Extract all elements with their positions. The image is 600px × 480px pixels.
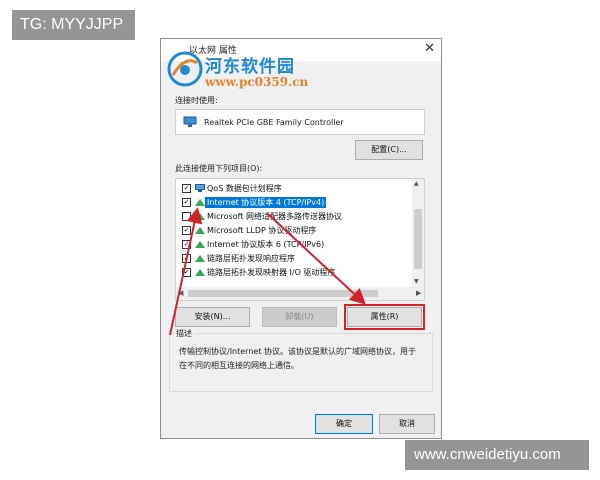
checkbox[interactable]: ✓ xyxy=(182,198,191,207)
configure-button[interactable]: 配置(C)... xyxy=(355,140,423,160)
list-item-label: 链路层拓扑发现映射器 I/O 驱动程序 xyxy=(207,268,336,277)
close-icon[interactable]: ✕ xyxy=(424,41,435,56)
list-item-lltd-mapper[interactable]: ✓ 链路层拓扑发现映射器 I/O 驱动程序 xyxy=(180,266,406,279)
horizontal-scroll-thumb[interactable] xyxy=(188,290,378,297)
list-item-label: Microsoft 网络适配器多路传送器协议 xyxy=(207,212,342,221)
watermark-logo-icon xyxy=(167,51,203,87)
protocol-icon xyxy=(195,227,205,234)
list-item-multiplexor[interactable]: Microsoft 网络适配器多路传送器协议 xyxy=(180,210,406,223)
overlay-tag: TG: MYYJJPP xyxy=(12,10,135,40)
protocol-icon xyxy=(195,199,205,206)
ok-button[interactable]: 确定 xyxy=(315,414,373,434)
list-item-qos[interactable]: ✓ QoS 数据包计划程序 xyxy=(180,182,406,195)
uninstall-button[interactable]: 卸载(U) xyxy=(262,307,337,327)
description-title: 描述 xyxy=(174,328,194,339)
protocol-icon xyxy=(195,241,205,248)
scroll-down-icon[interactable]: ▼ xyxy=(414,278,419,285)
list-item-label: Internet 协议版本 6 (TCP/IPv6) xyxy=(207,240,325,249)
list-item-label: Microsoft LLDP 协议驱动程序 xyxy=(207,226,317,235)
connect-using-label: 连接时使用: xyxy=(175,96,218,105)
checkbox[interactable]: ✓ xyxy=(182,226,191,235)
protocol-icon xyxy=(195,269,205,276)
list-item-label: QoS 数据包计划程序 xyxy=(207,184,282,193)
checkbox[interactable]: ✓ xyxy=(182,254,191,263)
list-item-label: Internet 协议版本 4 (TCP/IPv4) xyxy=(205,197,327,208)
checkbox[interactable]: ✓ xyxy=(182,184,191,193)
scroll-up-icon[interactable]: ▲ xyxy=(414,180,419,187)
protocol-icon xyxy=(195,213,205,220)
footer-watermark: www.cnweidetiyu.com xyxy=(405,440,589,470)
properties-button[interactable]: 属性(R) xyxy=(344,304,425,330)
checkbox[interactable]: ✓ xyxy=(182,240,191,249)
watermark-brand: 河东软件园 xyxy=(205,57,295,77)
vertical-scrollbar[interactable]: ▲ ▼ xyxy=(412,179,424,287)
description-text: 传输控制协议/Internet 协议。该协议是默认的广域网络协议，用于在不同的相… xyxy=(179,347,417,370)
ethernet-properties-dialog: 以太网 属性 ✕ 河东软件园 www.pc0359.cn 连接时使用: Real… xyxy=(160,38,442,439)
components-list[interactable]: ✓ QoS 数据包计划程序 ✓ Internet 协议版本 4 (TCP/IPv… xyxy=(175,178,425,301)
network-adapter-icon xyxy=(183,116,197,127)
items-label: 此连接使用下列项目(O): xyxy=(175,164,263,173)
list-item-lldp[interactable]: ✓ Microsoft LLDP 协议驱动程序 xyxy=(180,224,406,237)
list-item-ipv4[interactable]: ✓ Internet 协议版本 4 (TCP/IPv4) xyxy=(180,196,406,209)
scroll-right-icon[interactable]: ▶ xyxy=(416,289,421,297)
vertical-scroll-thumb[interactable] xyxy=(414,209,422,269)
adapter-field: Realtek PCIe GBE Family Controller xyxy=(175,109,425,135)
watermark-url: www.pc0359.cn xyxy=(205,75,309,89)
install-button[interactable]: 安装(N)... xyxy=(175,307,250,327)
checkbox[interactable]: ✓ xyxy=(182,268,191,277)
list-item-lltd-responder[interactable]: ✓ 链路层拓扑发现响应程序 xyxy=(180,252,406,265)
adapter-name: Realtek PCIe GBE Family Controller xyxy=(204,118,344,127)
protocol-icon xyxy=(195,255,205,262)
scroll-left-icon[interactable]: ◀ xyxy=(178,289,183,297)
horizontal-scrollbar[interactable]: ◀ ▶ xyxy=(176,287,424,300)
list-item-label: 链路层拓扑发现响应程序 xyxy=(207,254,295,263)
checkbox[interactable] xyxy=(182,212,191,221)
cancel-button[interactable]: 取消 xyxy=(379,414,435,434)
list-item-ipv6[interactable]: ✓ Internet 协议版本 6 (TCP/IPv6) xyxy=(180,238,406,251)
qos-icon xyxy=(195,184,205,192)
